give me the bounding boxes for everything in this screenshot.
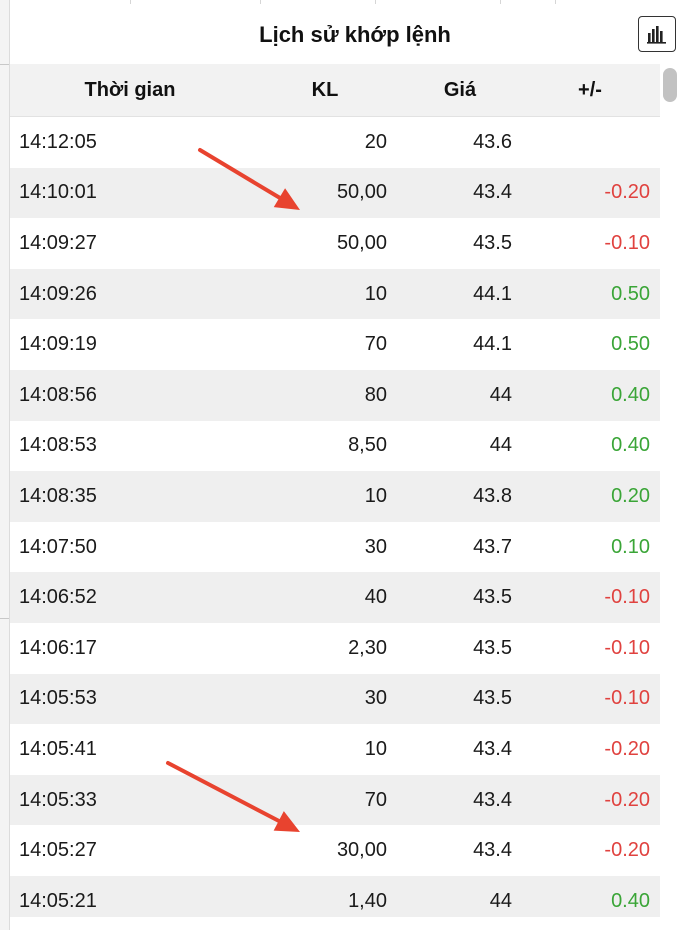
trade-volume: 70 xyxy=(364,788,387,811)
trade-volume: 10 xyxy=(364,282,387,305)
trade-price: 43.5 xyxy=(473,586,512,609)
trade-price: 43.5 xyxy=(473,687,512,710)
trade-volume: 1,40 xyxy=(348,889,387,912)
divider xyxy=(0,618,9,619)
table-row[interactable]: 14:05:33 70 43.4 -0.20 xyxy=(10,774,660,826)
left-panel-edge xyxy=(0,0,10,930)
column-header-volume[interactable]: KL xyxy=(280,64,370,116)
trade-change: -0.20 xyxy=(604,839,650,862)
table-row[interactable]: 14:05:53 30 43.5 -0.10 xyxy=(10,673,660,725)
bar-chart-icon xyxy=(647,26,666,44)
trade-time: 14:09:19 xyxy=(19,333,97,356)
trade-volume: 30 xyxy=(364,535,387,558)
trade-volume: 30,00 xyxy=(336,839,387,862)
trade-time: 14:05:53 xyxy=(19,687,97,710)
trade-change: 0.10 xyxy=(611,535,650,558)
panel-bottom xyxy=(10,917,700,930)
trade-volume: 80 xyxy=(364,383,387,406)
trade-change: 0.40 xyxy=(611,383,650,406)
trade-change: -0.10 xyxy=(604,687,650,710)
trade-price: 43.5 xyxy=(473,636,512,659)
trade-history-panel: Lịch sử khớp lệnh Thời gian KL Giá +/- 1… xyxy=(0,0,700,930)
table-row[interactable]: 14:08:53 8,50 44 0.40 xyxy=(10,420,660,472)
divider xyxy=(0,64,9,65)
trade-time: 14:08:56 xyxy=(19,383,97,406)
trade-price: 44 xyxy=(489,434,512,457)
trade-volume: 40 xyxy=(364,586,387,609)
trade-price: 43.4 xyxy=(473,788,512,811)
trade-time: 14:06:17 xyxy=(19,636,97,659)
trade-price: 44 xyxy=(489,383,512,406)
table-row[interactable]: 14:09:27 50,00 43.5 -0.10 xyxy=(10,218,660,269)
table-row[interactable]: 14:07:50 30 43.7 0.10 xyxy=(10,521,660,573)
trade-volume: 30 xyxy=(364,687,387,710)
trade-price: 43.4 xyxy=(473,181,512,204)
trade-time: 14:05:41 xyxy=(19,737,97,760)
trade-time: 14:07:50 xyxy=(19,535,97,558)
trade-change: -0.10 xyxy=(604,636,650,659)
trade-time: 14:08:53 xyxy=(19,434,97,457)
table-row[interactable]: 14:05:27 30,00 43.4 -0.20 xyxy=(10,825,660,876)
trade-time: 14:09:27 xyxy=(19,231,97,254)
trade-change: 0.40 xyxy=(611,889,650,912)
trade-change: 0.50 xyxy=(611,282,650,305)
trade-table-body[interactable]: 14:12:05 20 43.6 14:10:01 50,00 43.4 -0.20 14:0… xyxy=(10,117,660,917)
trade-time: 14:06:52 xyxy=(19,586,97,609)
trade-change: -0.10 xyxy=(604,231,650,254)
trade-change: 0.20 xyxy=(611,484,650,507)
trade-price: 43.6 xyxy=(473,130,512,153)
panel-header: Lịch sử khớp lệnh xyxy=(10,4,700,64)
trade-price: 43.4 xyxy=(473,737,512,760)
trade-time: 14:05:33 xyxy=(19,788,97,811)
table-row[interactable]: 14:05:21 1,40 44 0.40 xyxy=(10,875,660,917)
trade-change: 0.40 xyxy=(611,434,650,457)
trade-change: -0.10 xyxy=(604,586,650,609)
trade-change: -0.20 xyxy=(604,181,650,204)
trade-volume: 8,50 xyxy=(348,434,387,457)
trade-price: 43.4 xyxy=(473,839,512,862)
trade-volume: 70 xyxy=(364,333,387,356)
scrollbar[interactable] xyxy=(660,64,682,917)
table-header: Thời gian KL Giá +/- xyxy=(10,64,660,117)
trade-volume: 50,00 xyxy=(336,231,387,254)
table-row[interactable]: 14:05:41 10 43.4 -0.20 xyxy=(10,724,660,775)
table-row[interactable]: 14:06:52 40 43.5 -0.10 xyxy=(10,572,660,623)
trade-volume: 20 xyxy=(364,130,387,153)
trade-time: 14:05:27 xyxy=(19,839,97,862)
table-row[interactable]: 14:10:01 50,00 43.4 -0.20 xyxy=(10,167,660,219)
table-row[interactable]: 14:08:56 80 44 0.40 xyxy=(10,369,660,421)
trade-change: 0.50 xyxy=(611,333,650,356)
column-header-price[interactable]: Giá xyxy=(420,64,500,116)
table-row[interactable]: 14:12:05 20 43.6 xyxy=(10,117,660,168)
trade-change xyxy=(515,117,650,168)
trade-time: 14:10:01 xyxy=(19,181,97,204)
panel-title: Lịch sử khớp lệnh xyxy=(259,22,451,47)
trade-volume: 10 xyxy=(364,484,387,507)
column-header-time[interactable]: Thời gian xyxy=(10,64,250,116)
trade-change: -0.20 xyxy=(604,788,650,811)
trade-time: 14:05:21 xyxy=(19,889,97,912)
trade-volume: 10 xyxy=(364,737,387,760)
trade-price: 44.1 xyxy=(473,282,512,305)
trade-price: 44.1 xyxy=(473,333,512,356)
trade-change: -0.20 xyxy=(604,737,650,760)
trade-time: 14:12:05 xyxy=(19,130,97,153)
trade-volume: 2,30 xyxy=(348,636,387,659)
column-header-change[interactable]: +/- xyxy=(550,64,630,116)
trade-volume: 50,00 xyxy=(336,181,387,204)
table-row[interactable]: 14:09:19 70 44.1 0.50 xyxy=(10,319,660,370)
chart-view-button[interactable] xyxy=(638,16,676,52)
table-row[interactable]: 14:06:17 2,30 43.5 -0.10 xyxy=(10,622,660,674)
trade-time: 14:09:26 xyxy=(19,282,97,305)
trade-price: 44 xyxy=(489,889,512,912)
trade-price: 43.7 xyxy=(473,535,512,558)
trade-time: 14:08:35 xyxy=(19,484,97,507)
scrollbar-thumb[interactable] xyxy=(663,68,677,102)
table-row[interactable]: 14:08:35 10 43.8 0.20 xyxy=(10,471,660,522)
trade-price: 43.5 xyxy=(473,231,512,254)
trade-price: 43.8 xyxy=(473,484,512,507)
table-row[interactable]: 14:09:26 10 44.1 0.50 xyxy=(10,268,660,320)
